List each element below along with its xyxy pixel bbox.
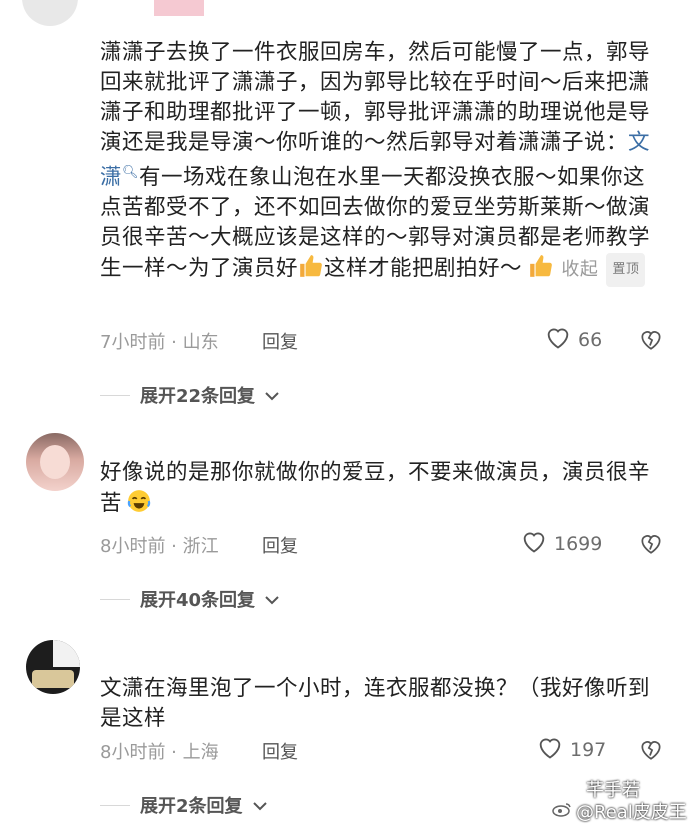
chevron-down-icon <box>252 795 267 816</box>
pinned-badge: 置顶 <box>606 253 646 288</box>
reply-button[interactable]: 回复 <box>262 738 298 764</box>
comment-text: 好像说的是那你就做你的爱豆，不要来做演员，演员很辛苦 <box>100 460 651 516</box>
expand-replies-button[interactable]: 展开22条回复 <box>100 382 279 408</box>
expand-replies-button[interactable]: 展开40条回复 <box>100 586 279 612</box>
broken-heart-icon[interactable] <box>638 326 664 352</box>
like-button[interactable]: 1699 <box>520 528 602 559</box>
reply-button[interactable]: 回复 <box>262 328 298 354</box>
watermark-bottom: @Real皮皮王 <box>552 798 687 824</box>
time-location: 8小时前 · 上海 <box>100 742 219 763</box>
avatar[interactable] <box>22 0 78 26</box>
search-icon: 🔍︎ <box>122 165 140 180</box>
like-count: 1699 <box>554 532 603 555</box>
broken-heart-icon[interactable] <box>638 530 664 556</box>
thumbs-up-icon <box>528 253 554 279</box>
like-button[interactable]: 197 <box>536 734 606 765</box>
divider <box>100 598 130 600</box>
divider <box>100 804 130 806</box>
time-location: 8小时前 · 浙江 <box>100 536 219 557</box>
avatar[interactable] <box>26 433 84 491</box>
time-location: 7小时前 · 山东 <box>100 332 219 353</box>
like-button[interactable]: 66 <box>544 324 602 355</box>
top-pink-block <box>154 0 204 16</box>
heart-icon <box>544 324 572 355</box>
heart-icon <box>520 528 548 559</box>
broken-heart-icon[interactable] <box>638 736 664 762</box>
collapse-link[interactable]: 收起 <box>561 259 598 280</box>
chevron-down-icon <box>265 589 279 610</box>
comment-text: 潇潇子去换了一件衣服回房车，然后可能慢了一点，郭导回来就批评了潇潇子，因为郭导比… <box>100 38 660 288</box>
reply-button[interactable]: 回复 <box>262 532 298 558</box>
weibo-icon <box>552 801 572 822</box>
like-count: 197 <box>570 738 607 761</box>
chevron-down-icon <box>265 385 279 406</box>
divider <box>100 394 130 396</box>
thumbs-up-icon <box>298 253 324 279</box>
heart-icon <box>536 734 564 765</box>
like-count: 66 <box>578 328 603 351</box>
avatar[interactable] <box>26 640 80 694</box>
laughing-crying-emoji-icon <box>126 488 152 514</box>
expand-replies-button[interactable]: 展开2条回复 <box>100 792 267 818</box>
comment-text: 文潇在海里泡了一个小时，连衣服都没换？（我好像听到是这样 <box>100 676 651 731</box>
